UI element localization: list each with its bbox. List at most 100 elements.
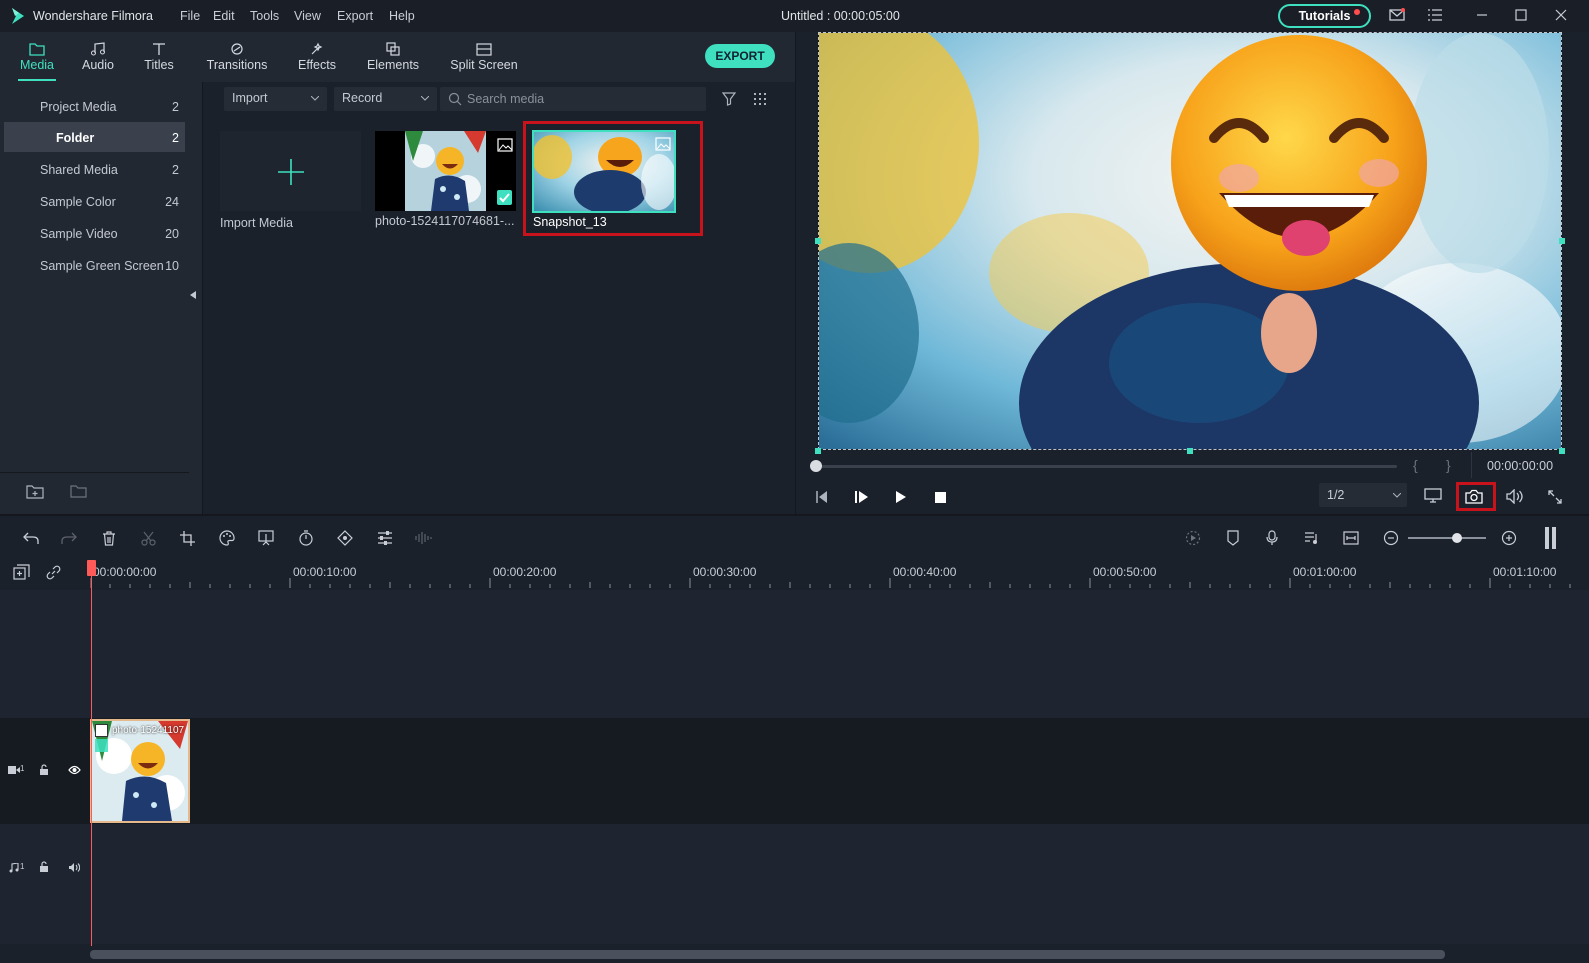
divider: [0, 472, 189, 473]
library-sample-color[interactable]: Sample Color 24: [4, 186, 185, 216]
library-sample-video[interactable]: Sample Video 20: [4, 218, 185, 248]
resize-handle[interactable]: [1559, 448, 1565, 454]
library-shared-media[interactable]: Shared Media 2: [4, 154, 185, 184]
zoom-in-icon[interactable]: [1498, 527, 1520, 549]
tab-effects[interactable]: Effects: [296, 32, 338, 80]
list-menu-icon[interactable]: [1428, 9, 1442, 21]
lock-icon[interactable]: [39, 861, 49, 873]
playhead[interactable]: [91, 560, 92, 946]
menu-tools[interactable]: Tools: [250, 9, 279, 23]
resize-handle[interactable]: [815, 448, 821, 454]
microphone-icon[interactable]: [1261, 527, 1283, 549]
search-icon: [448, 92, 462, 106]
link-icon[interactable]: [45, 564, 62, 581]
project-title: Untitled : 00:00:05:00: [781, 9, 900, 23]
image-type-icon: [497, 138, 513, 152]
pause-bars-icon[interactable]: [1540, 527, 1562, 549]
tab-elements-label: Elements: [366, 58, 420, 72]
import-media-tile[interactable]: [220, 131, 361, 211]
export-button[interactable]: EXPORT: [705, 44, 775, 68]
play-icon[interactable]: [895, 491, 907, 503]
previous-frame-icon[interactable]: [815, 491, 829, 503]
record-dropdown[interactable]: Record: [334, 87, 437, 111]
tab-split-screen[interactable]: Split Screen: [449, 32, 519, 80]
resize-handle[interactable]: [1559, 238, 1565, 244]
timeline-track-empty[interactable]: [0, 590, 1589, 718]
timeline-track-empty[interactable]: [0, 896, 1589, 944]
resize-handle[interactable]: [1187, 448, 1193, 454]
keyframe-icon[interactable]: [334, 527, 356, 549]
folder-outline-icon[interactable]: [70, 484, 87, 498]
green-screen-icon[interactable]: [255, 527, 277, 549]
mark-in-icon[interactable]: {: [1413, 457, 1418, 473]
stop-icon[interactable]: [935, 492, 946, 503]
timeline-horizontal-scrollbar[interactable]: [90, 950, 1445, 959]
music-note-icon: [80, 32, 116, 56]
zoom-out-icon[interactable]: [1380, 527, 1402, 549]
lock-icon[interactable]: [39, 764, 49, 776]
playback-scrubber[interactable]: [811, 465, 1397, 468]
menu-file[interactable]: File: [180, 9, 200, 23]
redo-icon[interactable]: [58, 527, 80, 549]
play-slow-icon[interactable]: [855, 491, 869, 503]
adjust-sliders-icon[interactable]: [374, 527, 396, 549]
library-folder[interactable]: Folder 2: [4, 122, 185, 152]
tab-titles[interactable]: Titles: [142, 32, 176, 80]
add-track-icon[interactable]: [13, 564, 30, 581]
collapse-panel-icon[interactable]: [190, 291, 196, 299]
menu-help[interactable]: Help: [389, 9, 415, 23]
minimize-icon[interactable]: [1476, 9, 1488, 21]
eye-icon[interactable]: [68, 765, 81, 775]
library-sample-green-screen[interactable]: Sample Green Screen 10: [4, 250, 185, 280]
import-dropdown[interactable]: Import: [224, 87, 327, 111]
fit-timeline-icon[interactable]: [1340, 527, 1362, 549]
timeline-track-audio[interactable]: [0, 842, 1589, 896]
filter-icon[interactable]: [722, 92, 736, 106]
mail-icon[interactable]: [1389, 8, 1405, 22]
timeline-track-video[interactable]: [0, 718, 1589, 824]
tab-transitions-label: Transitions: [206, 58, 268, 72]
timeline-clip-photo[interactable]: photo-15241107: [90, 719, 190, 823]
used-checkmark-icon: [497, 190, 512, 205]
menu-edit[interactable]: Edit: [213, 9, 235, 23]
display-monitor-icon[interactable]: [1424, 488, 1442, 504]
tab-elements[interactable]: Elements: [366, 32, 420, 80]
library-project-media[interactable]: Project Media 2: [4, 91, 185, 121]
delete-icon[interactable]: [98, 527, 120, 549]
audio-waveform-icon[interactable]: [413, 527, 435, 549]
fullscreen-icon[interactable]: [1548, 490, 1562, 504]
volume-icon[interactable]: [1506, 489, 1524, 504]
tab-media[interactable]: Media: [18, 32, 56, 81]
mark-out-icon[interactable]: }: [1446, 457, 1451, 473]
menu-view[interactable]: View: [294, 9, 321, 23]
zoom-slider[interactable]: [1408, 537, 1486, 539]
playhead-handle[interactable]: [87, 560, 96, 576]
timeline-ruler[interactable]: 00:00:00:00 00:00:10:00 00:00:20:00 00:0…: [0, 560, 1589, 590]
import-dropdown-label: Import: [232, 91, 268, 105]
tutorials-button[interactable]: Tutorials: [1278, 4, 1371, 28]
new-folder-icon[interactable]: [26, 484, 44, 499]
cut-icon[interactable]: [137, 527, 159, 549]
search-input[interactable]: Search media: [440, 87, 706, 111]
render-preview-icon[interactable]: [1182, 527, 1204, 549]
speaker-icon[interactable]: [68, 862, 80, 873]
tab-audio[interactable]: Audio: [80, 32, 116, 80]
divider: [1471, 452, 1472, 478]
tab-transitions[interactable]: Transitions: [205, 32, 269, 80]
crop-icon[interactable]: [176, 527, 198, 549]
maximize-icon[interactable]: [1515, 9, 1527, 21]
color-palette-icon[interactable]: [216, 527, 238, 549]
grid-view-icon[interactable]: [753, 92, 767, 106]
resize-handle[interactable]: [815, 238, 821, 244]
undo-icon[interactable]: [20, 527, 42, 549]
menu-export[interactable]: Export: [337, 9, 373, 23]
scrubber-handle[interactable]: [810, 460, 822, 472]
close-icon[interactable]: [1555, 9, 1567, 21]
marker-icon[interactable]: [1222, 527, 1244, 549]
voiceover-list-icon[interactable]: [1301, 527, 1323, 549]
zoom-slider-handle[interactable]: [1452, 533, 1462, 543]
media-item-photo[interactable]: [375, 131, 516, 211]
speed-timer-icon[interactable]: [295, 527, 317, 549]
preview-canvas[interactable]: [818, 32, 1562, 450]
playback-quality-dropdown[interactable]: 1/2: [1319, 483, 1407, 507]
